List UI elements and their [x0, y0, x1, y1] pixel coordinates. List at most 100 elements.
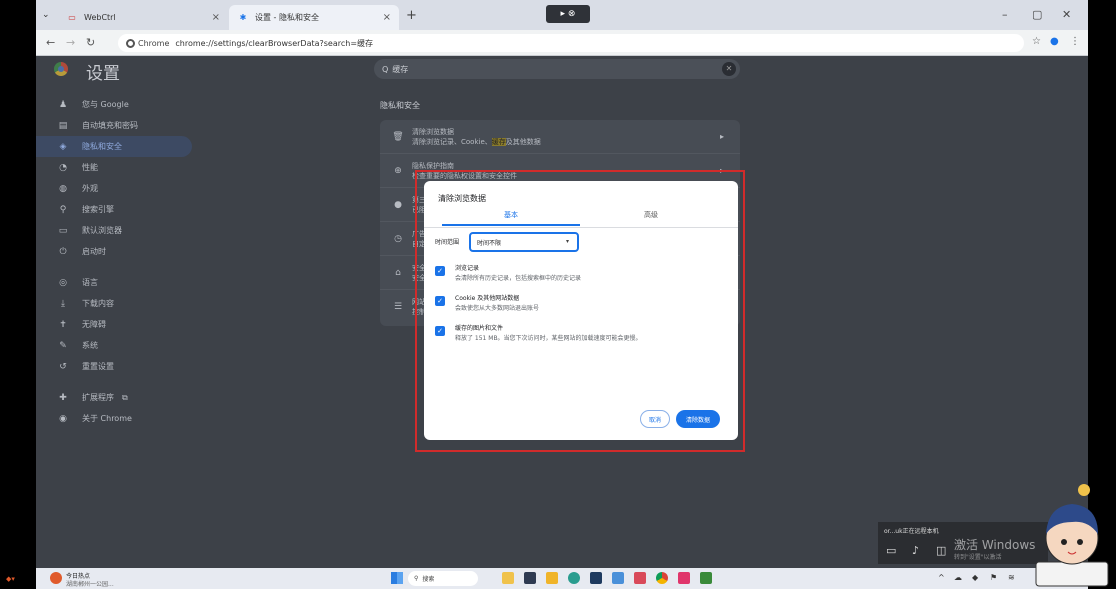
close-icon[interactable]: ×: [212, 12, 220, 23]
sidebar-item-label: 默认浏览器: [82, 226, 122, 235]
ad-icon: ◷: [394, 233, 402, 244]
tab-basic[interactable]: 基本: [442, 210, 580, 226]
reload-icon[interactable]: ↻: [86, 36, 95, 49]
chrome-icon[interactable]: [656, 572, 668, 584]
cookie-icon: ●: [394, 199, 402, 210]
extension-icon: ✚: [59, 392, 67, 403]
chat-icon[interactable]: ▭: [886, 544, 896, 557]
file-explorer-icon[interactable]: [546, 572, 558, 584]
close-icon[interactable]: ×: [383, 12, 391, 23]
tab-settings[interactable]: ✱ 设置 - 隐私和安全 ×: [229, 5, 399, 30]
section-title: 隐私和安全: [380, 101, 420, 110]
sidebar-item-privacy[interactable]: ◈ 隐私和安全: [36, 136, 192, 157]
menu-icon[interactable]: ⋮: [1070, 36, 1080, 47]
sidebar-item-search-engine[interactable]: ⚲ 搜索引擎: [36, 199, 206, 220]
app-icon[interactable]: [700, 572, 712, 584]
search-value: 缓存: [392, 64, 409, 74]
sidebar-item-label: 性能: [82, 163, 98, 172]
sidebar-item-default-browser[interactable]: ▭ 默认浏览器: [36, 220, 206, 241]
left-edge-icon: ◆▾: [6, 575, 15, 583]
screen-share-indicator[interactable]: ▸ ⊗: [546, 5, 590, 23]
news-widget[interactable]: 今日热点 湖南郴州一公园...: [50, 570, 140, 588]
tab-divider: [424, 227, 738, 228]
sidebar-item-label: 系统: [82, 341, 98, 350]
power-icon: ⏻: [59, 246, 67, 257]
option-title: 浏览记录: [455, 265, 480, 272]
tab-webctrl[interactable]: ▭ WebCtrl ×: [58, 5, 228, 30]
palette-icon: ◍: [59, 183, 67, 194]
search-highlight: 缓存: [491, 137, 506, 146]
app-icon[interactable]: [502, 572, 514, 584]
clear-data-button[interactable]: 清除数据: [676, 410, 720, 428]
app-icon[interactable]: [590, 572, 602, 584]
close-window-icon[interactable]: ✕: [1062, 8, 1071, 21]
checkbox-cookies[interactable]: ✓: [435, 296, 445, 306]
back-icon[interactable]: ←: [46, 36, 55, 49]
option-cookies[interactable]: ✓ Cookie 及其他网站数据 会致使您从大多数网站退出账号: [435, 293, 725, 319]
bookmark-star-icon[interactable]: ☆: [1032, 36, 1041, 47]
taskbar-search[interactable]: ⚲ 搜索: [408, 571, 478, 586]
tab-search-icon[interactable]: ⌄: [42, 10, 54, 22]
sidebar-item-startup[interactable]: ⏻ 启动时: [36, 241, 206, 262]
remote-notice-text: or...uk正在远程本机: [884, 528, 939, 535]
sidebar-item-google[interactable]: ♟ 您与 Google: [36, 94, 206, 115]
new-tab-button[interactable]: +: [406, 8, 417, 23]
sidebar-item-downloads[interactable]: ⤓ 下载内容: [36, 293, 206, 314]
camera-icon[interactable]: ◫: [936, 544, 946, 557]
minimize-icon[interactable]: –: [1002, 8, 1008, 21]
tray-app-icon[interactable]: ⚑: [990, 573, 997, 582]
sidebar-item-reset[interactable]: ↺ 重置设置: [36, 356, 206, 377]
app-icon[interactable]: [524, 572, 536, 584]
page-title: 设置: [86, 64, 120, 84]
clear-search-icon[interactable]: ✕: [722, 62, 736, 76]
sidebar-item-extensions[interactable]: ✚ 扩展程序 ⧉: [36, 387, 206, 408]
tray-app-icon[interactable]: ☁: [954, 573, 962, 582]
dialog-title: 清除浏览数据: [438, 194, 486, 203]
wifi-icon[interactable]: ≋: [1008, 573, 1015, 582]
windows-start-icon[interactable]: [391, 572, 403, 584]
cancel-button[interactable]: 取消: [640, 410, 670, 428]
webctrl-icon: ▭: [68, 12, 76, 22]
profile-icon[interactable]: ●: [1050, 36, 1059, 47]
option-desc: 释放了 151 MB。当您下次访问时，某些网站的加载速度可能会更慢。: [455, 335, 642, 342]
tray-expand-icon[interactable]: ^: [938, 573, 945, 582]
checkbox-browsing-history[interactable]: ✓: [435, 266, 445, 276]
taskbar: 今日热点 湖南郴州一公园... ⚲ 搜索 ^ ☁ ◆ ⚑ ≋: [36, 568, 1088, 589]
edge-icon[interactable]: [568, 572, 580, 584]
settings-search-input[interactable]: Q 缓存 ✕: [374, 59, 740, 79]
tab-advanced[interactable]: 高级: [582, 210, 720, 226]
checkbox-cache[interactable]: ✓: [435, 326, 445, 336]
url-field[interactable]: Chrome chrome://settings/clearBrowserDat…: [118, 34, 1024, 52]
activation-watermark-sub: 转到"设置"以激活: [954, 554, 1002, 561]
sidebar-item-accessibility[interactable]: ✝ 无障碍: [36, 314, 206, 335]
option-desc: 会清除所有历史记录，包括搜索框中的历史记录: [455, 275, 582, 282]
tab-bar: ⌄ ▭ WebCtrl × ✱ 设置 - 隐私和安全 × + ▸ ⊗ – ▢ ✕: [36, 0, 1088, 30]
sidebar-item-appearance[interactable]: ◍ 外观: [36, 178, 206, 199]
app-icon[interactable]: [612, 572, 624, 584]
tab-label: 设置 - 隐私和安全: [255, 13, 319, 22]
app-icon[interactable]: [634, 572, 646, 584]
time-range-select[interactable]: 时间不限 ▾: [469, 232, 579, 252]
sidebar-item-autofill[interactable]: ▤ 自动填充和密码: [36, 115, 206, 136]
tray-app-icon[interactable]: ◆: [972, 573, 978, 582]
sidebar-item-about[interactable]: ◉ 关于 Chrome: [36, 408, 206, 429]
gear-icon: ✱: [239, 12, 247, 22]
sidebar-item-performance[interactable]: ◔ 性能: [36, 157, 206, 178]
app-icon[interactable]: [678, 572, 690, 584]
taskbar-search-label: 搜索: [422, 576, 435, 583]
sidebar-item-system[interactable]: ✎ 系统: [36, 335, 206, 356]
mic-icon[interactable]: ♪: [912, 544, 919, 557]
news-sub: 湖南郴州一公园...: [66, 581, 114, 588]
sidebar-item-languages[interactable]: ◎ 语言: [36, 272, 206, 293]
option-title: Cookie 及其他网站数据: [455, 295, 520, 302]
sidebar-item-label: 扩展程序: [82, 393, 114, 402]
settings-sidebar: ♟ 您与 Google ▤ 自动填充和密码 ◈ 隐私和安全 ◔ 性能 ◍ 外观 ⚲ 搜索引擎…: [36, 94, 206, 429]
forward-icon[interactable]: →: [66, 36, 75, 49]
option-browsing-history[interactable]: ✓ 浏览记录 会清除所有历史记录，包括搜索框中的历史记录: [435, 263, 725, 289]
site-info-chip[interactable]: Chrome: [126, 38, 175, 48]
row-clear-browsing-data[interactable]: 🗑 清除浏览数据 清除浏览记录、Cookie、缓存及其他数据 ▸: [380, 120, 740, 154]
dropdown-arrow-icon: ▾: [565, 238, 569, 245]
option-cache[interactable]: ✓ 缓存的图片和文件 释放了 151 MB。当您下次访问时，某些网站的加载速度可…: [435, 323, 725, 349]
maximize-icon[interactable]: ▢: [1032, 8, 1042, 21]
option-desc: 会致使您从大多数网站退出账号: [455, 305, 540, 312]
